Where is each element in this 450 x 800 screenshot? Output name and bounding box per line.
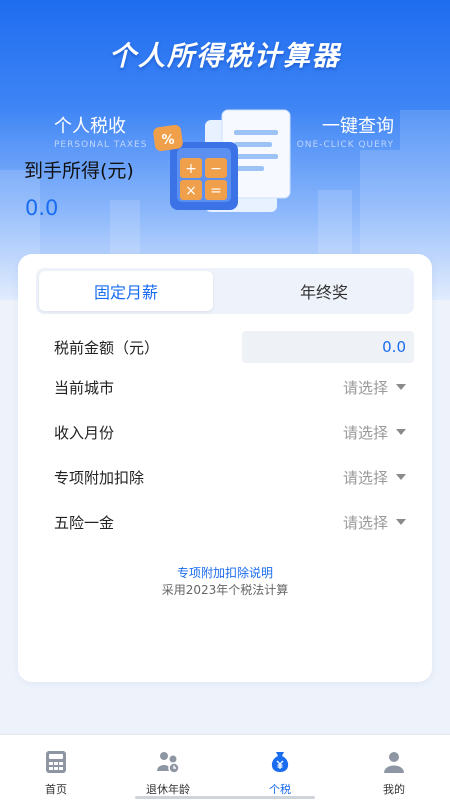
tab-retirement-age-label: 退休年龄 [146,783,190,796]
social-insurance-row[interactable]: 五险一金 请选择 [54,507,414,537]
net-income-label: 到手所得(元) [24,160,134,182]
special-deduction-select-value: 请选择 [342,468,388,487]
tab-year-end-bonus[interactable]: 年终奖 [237,271,411,311]
svg-text:−: − [210,161,222,177]
dropdown-arrow-icon [396,474,406,480]
dropdown-arrow-icon [396,384,406,390]
social-insurance-select[interactable]: 请选择 [343,512,406,533]
tab-personal-tax[interactable]: 个税 [224,735,336,800]
tab-mine-label: 我的 [383,783,405,796]
income-month-label: 收入月份 [54,423,115,442]
dropdown-arrow-icon [396,429,406,435]
user-icon [384,752,404,773]
special-deduction-label: 专项附加扣除 [54,468,145,487]
app-title: 个人所得税计算器 [109,41,341,72]
money-bag-icon [271,752,289,772]
city-select-value: 请选择 [342,378,388,397]
personal-tax-title: 个人税收 [54,116,126,137]
salary-type-segment: 固定月薪 年终奖 [36,268,414,314]
personal-tax-subtitle: PERSONAL TAXES [54,140,148,150]
percent-badge: % [161,133,174,148]
special-deduction-select[interactable]: 请选择 [343,467,406,488]
special-deduction-row[interactable]: 专项附加扣除 请选择 [54,462,414,492]
social-insurance-select-value: 请选择 [342,513,388,532]
one-click-query-title[interactable]: 一键查询 [322,112,394,138]
pretax-amount-row: 税前金额（元） 0.0 [54,331,414,363]
income-month-select[interactable]: 请选择 [343,422,406,443]
city-row[interactable]: 当前城市 请选择 [54,372,414,402]
svg-text:+: + [185,161,197,177]
income-month-row[interactable]: 收入月份 请选择 [54,417,414,447]
tax-law-note: 采用2023年个税法计算 [161,583,289,597]
special-deduction-info-link[interactable]: 专项附加扣除说明 [18,564,432,581]
one-click-query-subtitle: ONE-CLICK QUERY [296,140,394,150]
pretax-amount-input[interactable]: 0.0 [242,331,414,363]
social-insurance-label: 五险一金 [54,513,115,532]
net-income-value: 0.0 [25,196,59,220]
tab-personal-tax-label: 个税 [269,783,291,796]
home-indicator [135,796,315,799]
tab-retirement-age[interactable]: 退休年龄 [112,735,224,800]
tab-home[interactable]: 首页 [0,735,112,800]
dropdown-arrow-icon [396,519,406,525]
svg-text:=: = [210,183,222,199]
people-icon [157,752,180,774]
tab-home-label: 首页 [45,783,67,796]
calculator-illustration-icon: + − × = % [153,109,291,212]
tab-fixed-monthly-salary[interactable]: 固定月薪 [39,271,213,311]
city-label: 当前城市 [54,378,115,397]
pretax-amount-label: 税前金额（元） [54,338,160,357]
calculator-card: 固定月薪 年终奖 税前金额（元） 0.0 当前城市 请选择 收入月份 请选择 专… [18,254,432,682]
bottom-tab-bar: 首页 退休年龄 个税 我的 [0,734,450,800]
calculator-icon [46,751,66,773]
income-month-select-value: 请选择 [342,423,388,442]
tab-mine[interactable]: 我的 [338,735,450,800]
city-select[interactable]: 请选择 [343,377,406,398]
svg-text:×: × [185,183,197,199]
